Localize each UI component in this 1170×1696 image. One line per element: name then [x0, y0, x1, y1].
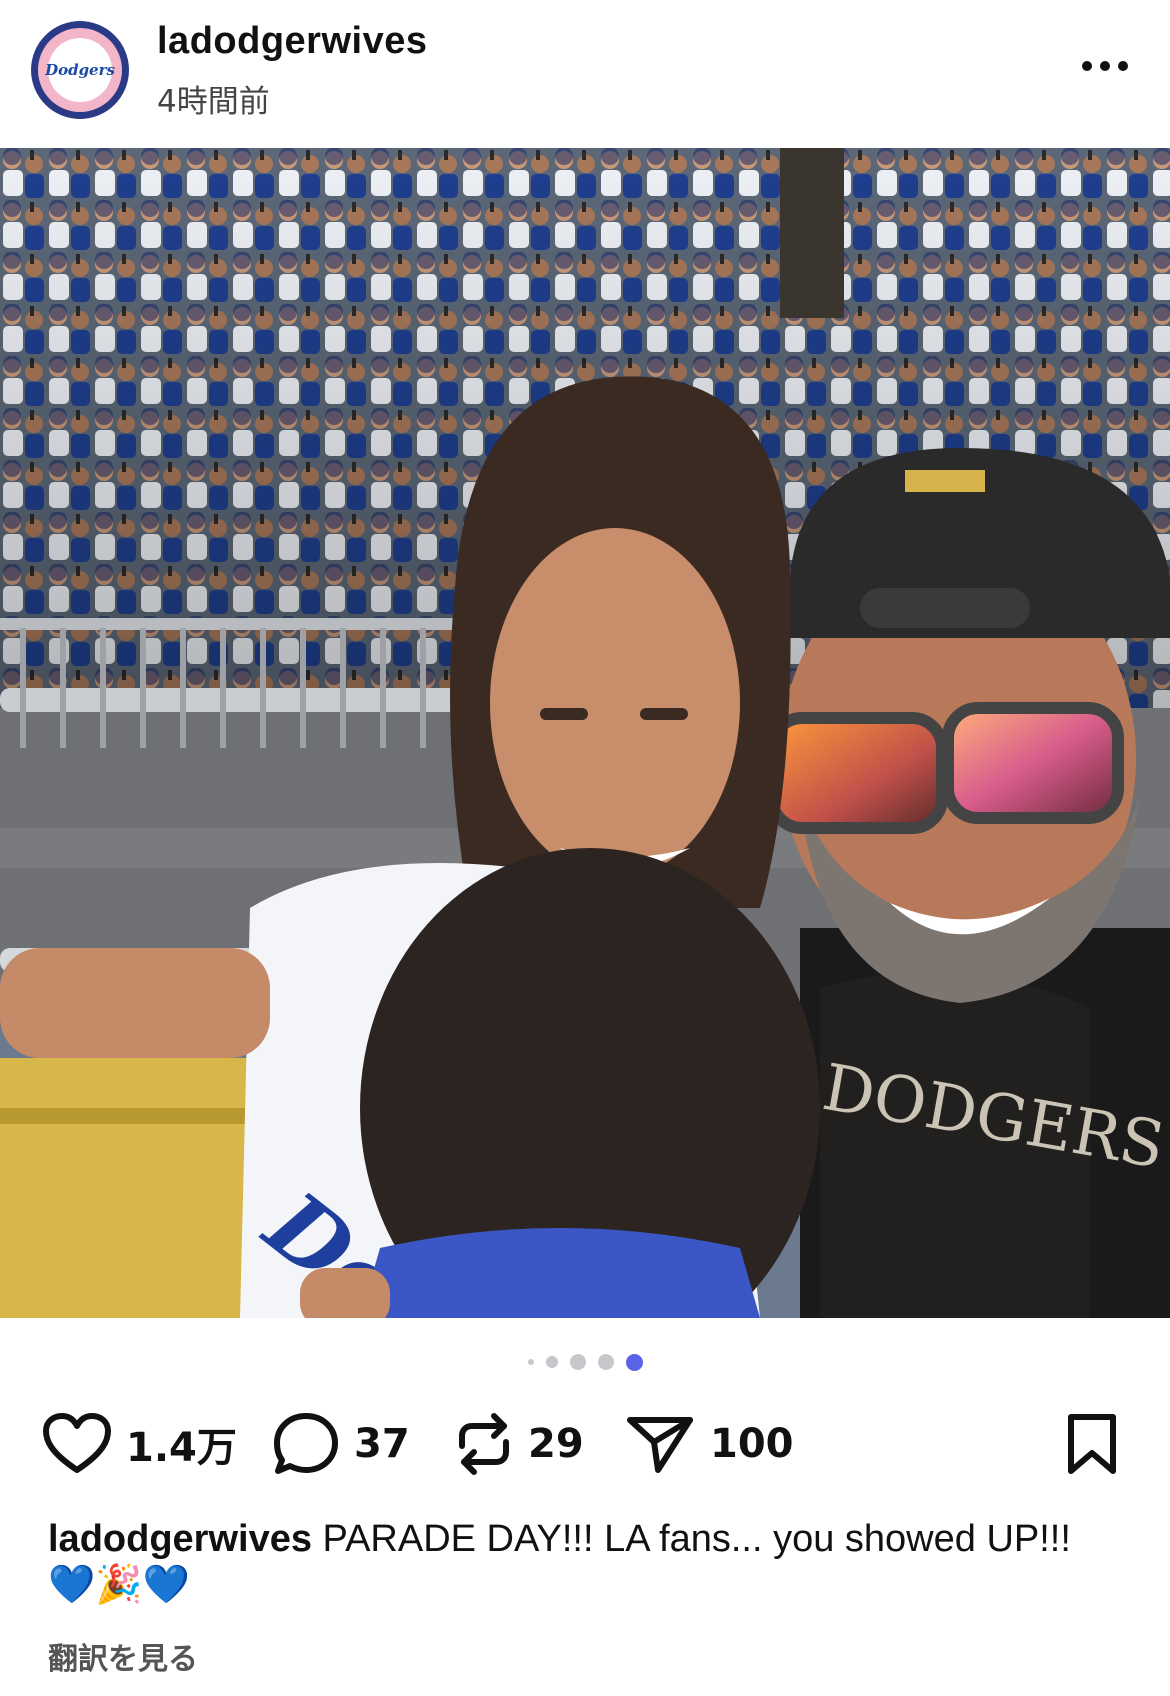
carousel-dot[interactable]	[569, 1354, 586, 1370]
share-button[interactable]: 100	[626, 1404, 794, 1484]
more-options-button[interactable]	[1070, 46, 1140, 86]
repost-count: 29	[528, 1421, 584, 1467]
post-header: Dodgers ladodgerwives 4時間前	[0, 0, 1170, 148]
see-translation-link[interactable]: 翻訳を見る	[48, 1634, 198, 1678]
carousel-dot-active[interactable]	[625, 1353, 643, 1371]
parade-selfie-image: DODGERS Dodgers	[0, 148, 1170, 1318]
repost-button[interactable]: 29	[454, 1404, 584, 1484]
carousel-indicator	[0, 1350, 1170, 1374]
avatar-logo-text: Dodgers	[45, 38, 115, 102]
post-photo[interactable]: DODGERS Dodgers	[0, 148, 1170, 1318]
post-caption: ladodgerwives PARADE DAY!!! LA fans... y…	[48, 1516, 1128, 1608]
carousel-dot[interactable]	[545, 1356, 558, 1368]
avatar[interactable]: Dodgers	[31, 21, 129, 119]
username[interactable]: ladodgerwives	[157, 20, 427, 63]
timestamp: 4時間前	[157, 84, 270, 120]
caption-username[interactable]: ladodgerwives	[48, 1518, 312, 1560]
bookmark-icon	[1068, 1414, 1116, 1474]
dodgers-wives-logo-icon: Dodgers	[38, 28, 122, 112]
carousel-dot[interactable]	[597, 1354, 614, 1370]
send-icon	[627, 1417, 693, 1473]
comment-bubble-icon	[274, 1413, 338, 1474]
like-button[interactable]: 1.4万	[42, 1404, 237, 1484]
carousel-dot[interactable]	[527, 1359, 534, 1365]
like-count: 1.4万	[126, 1425, 237, 1471]
comment-count: 37	[354, 1421, 410, 1467]
share-count: 100	[710, 1421, 794, 1467]
heart-icon	[43, 1413, 111, 1473]
more-dots-icon	[1082, 61, 1128, 71]
save-button[interactable]	[1062, 1412, 1122, 1476]
repost-icon	[459, 1413, 509, 1475]
comment-button[interactable]: 37	[272, 1404, 410, 1484]
action-bar: 1.4万 37 29 100	[0, 1404, 1170, 1484]
